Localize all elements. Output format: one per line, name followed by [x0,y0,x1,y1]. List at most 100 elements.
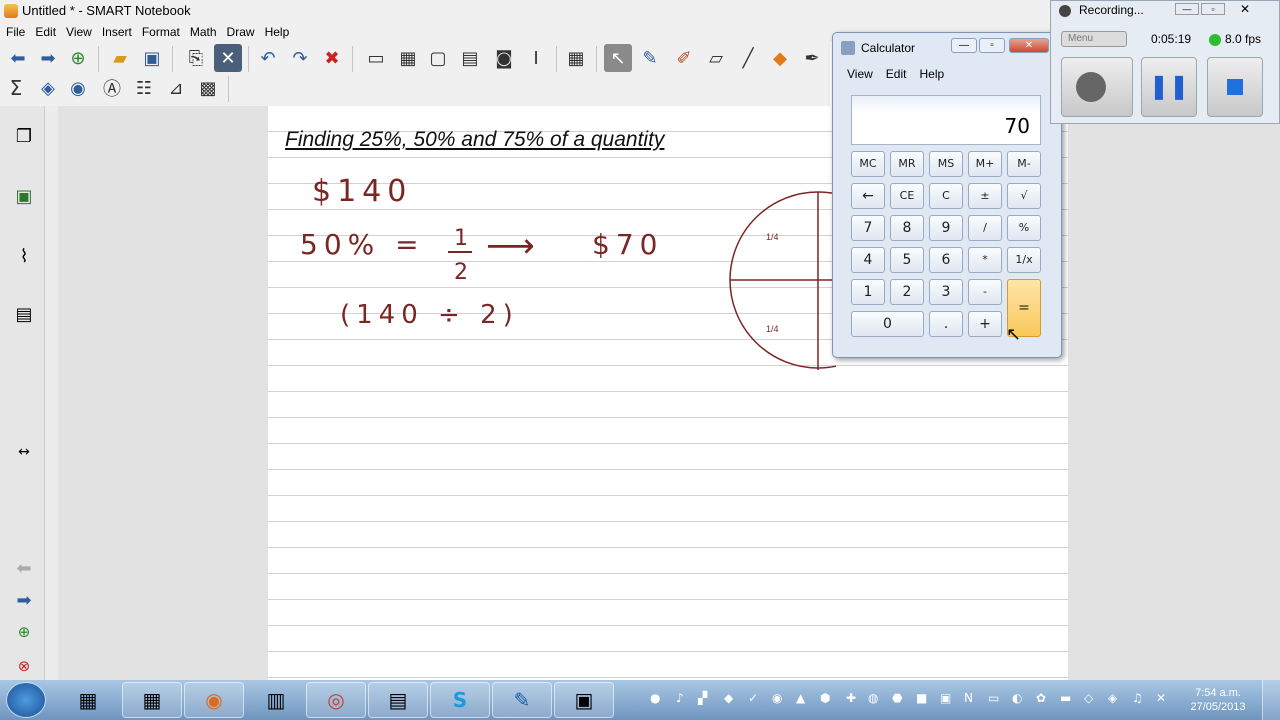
key-mr[interactable]: MR [890,151,924,177]
chrome-icon[interactable]: ◎ [306,682,366,718]
close-x-icon[interactable]: ✕ [214,44,242,72]
forward-arrow-icon[interactable]: ➡ [34,44,62,72]
key-minus[interactable]: - [968,279,1002,305]
show-desktop-button[interactable] [1262,680,1280,720]
next-page-icon[interactable]: ➡ [8,584,40,616]
tray-icon-18[interactable]: ♫ [1132,691,1146,707]
select-arrow-icon[interactable]: ↖ [604,44,632,72]
sidebar-scrollbar[interactable] [44,106,58,680]
tray-icon-9[interactable]: ⬣ [892,691,906,707]
key-ce[interactable]: CE [890,183,924,209]
skype-icon[interactable]: S [430,682,490,718]
delete-icon[interactable]: ✖ [318,44,346,72]
tray-icon-3[interactable]: ✓ [748,691,762,707]
calculator-window-task[interactable]: ▦ [122,682,182,718]
pause-button[interactable]: ❚❚ [1141,57,1197,117]
tray-icon-8[interactable]: ◍ [868,691,882,707]
text-icon[interactable]: Ⅰ [522,44,550,72]
undo-icon[interactable]: ↶ [254,44,282,72]
fill-icon[interactable]: ◈ [34,74,62,102]
calc-menu-edit[interactable]: Edit [886,67,907,81]
paste-icon[interactable]: ⎘ [182,44,210,72]
firefox-icon[interactable]: ◉ [184,682,244,718]
eraser-icon[interactable]: ▱ [702,44,730,72]
record-button[interactable] [1061,57,1133,117]
tray-icon-5[interactable]: ▲ [796,691,810,707]
onenote-icon[interactable]: N [964,691,978,707]
menu-insert[interactable]: Insert [97,22,137,42]
resize-icon[interactable]: ↔ [8,436,40,468]
menu-view[interactable]: View [61,22,97,42]
back-arrow-icon[interactable]: ⬅ [4,44,32,72]
delete-page-icon[interactable]: ⊗ [8,650,40,682]
key-8[interactable]: 8 [890,215,924,241]
tray-icon-7[interactable]: ✚ [846,691,860,707]
key-backspace[interactable]: ← [851,183,885,209]
tray-icon-12[interactable]: ▭ [988,691,1002,707]
open-folder-icon[interactable]: ▰ [106,44,134,72]
chart-icon[interactable]: ⊿ [162,74,190,102]
key-6[interactable]: 6 [929,247,963,273]
table-tool-icon[interactable]: ☷ [130,74,158,102]
pen-icon[interactable]: ✎ [636,44,664,72]
file-manager-icon[interactable]: ▤ [368,682,428,718]
recorder-task-icon[interactable]: ▣ [554,682,614,718]
tray-icon-13[interactable]: ◐ [1012,691,1026,707]
key-plus[interactable]: + [968,311,1002,337]
menu-file[interactable]: File [0,22,30,42]
key-1[interactable]: 1 [851,279,885,305]
notebook-task-icon[interactable]: ✎ [492,682,552,718]
menu-draw[interactable]: Draw [222,22,260,42]
menu-edit[interactable]: Edit [30,22,61,42]
key-c[interactable]: C [929,183,963,209]
close-button[interactable]: ✕ [1009,38,1049,53]
add-page-icon[interactable]: ⊕ [8,616,40,648]
volume-icon[interactable]: ♪ [676,691,690,707]
network-icon[interactable]: ▞ [698,691,712,707]
properties-icon[interactable]: ▤ [8,298,40,330]
recorder-menu-button[interactable]: Menu [1061,31,1127,47]
key-9[interactable]: 9 [929,215,963,241]
menu-math[interactable]: Math [185,22,222,42]
capture-icon[interactable]: ▤ [456,44,484,72]
key-2[interactable]: 2 [890,279,924,305]
calc-app-icon[interactable]: ▥ [246,682,306,718]
line-icon[interactable]: ╱ [734,44,762,72]
save-icon[interactable]: ▣ [138,44,166,72]
system-clock[interactable]: 7:54 a.m. 27/05/2013 [1188,686,1248,714]
key-7[interactable]: 7 [851,215,885,241]
key-reciprocal[interactable]: 1/x [1007,247,1041,273]
key-sqrt[interactable]: √ [1007,183,1041,209]
transparent-bg-icon[interactable]: ▢ [424,44,452,72]
sigma-icon[interactable]: Σ [2,74,30,102]
key-3[interactable]: 3 [929,279,963,305]
tray-icon-6[interactable]: ⬢ [820,691,834,707]
tray-icon-1[interactable]: ● [650,691,664,707]
key-mc[interactable]: MC [851,151,885,177]
key-percent[interactable]: % [1007,215,1041,241]
maximize-button[interactable]: ▫ [979,38,1005,53]
properties-icon[interactable]: ◉ [64,74,92,102]
tray-icon-4[interactable]: ◉ [772,691,786,707]
recorder-minimize[interactable]: — [1175,3,1199,15]
full-screen-icon[interactable]: ▦ [394,44,422,72]
key-multiply[interactable]: * [968,247,1002,273]
magic-pen-icon[interactable]: ✒ [798,44,826,72]
page-sorter-icon[interactable]: ❐ [8,120,40,152]
start-button[interactable] [6,682,46,718]
attachments-icon[interactable]: ⌇ [8,240,40,272]
key-ms[interactable]: MS [929,151,963,177]
table-icon[interactable]: ▦ [562,44,590,72]
calc-menu-help[interactable]: Help [919,67,944,81]
tray-icon-11[interactable]: ▣ [940,691,954,707]
key-m-plus[interactable]: M+ [968,151,1002,177]
document-camera-icon[interactable]: ◙ [490,44,518,72]
key-m-minus[interactable]: M- [1007,151,1041,177]
key-5[interactable]: 5 [890,247,924,273]
tray-icon-14[interactable]: ✿ [1036,691,1050,707]
prev-page-icon[interactable]: ⬅ [8,552,40,584]
addon-icon[interactable]: ▩ [194,74,222,102]
excel-icon[interactable]: ✕ [1156,691,1170,707]
recognize-icon[interactable]: Ⓐ [98,74,126,102]
recorder-maximize[interactable]: ▫ [1201,3,1225,15]
